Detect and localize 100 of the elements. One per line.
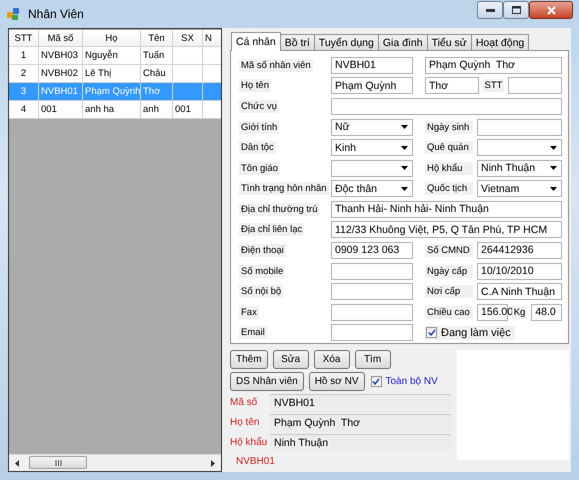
text-field[interactable]: Phạm Quỳnh	[331, 77, 413, 94]
dropdown[interactable]: Nữ	[331, 118, 413, 136]
summary-label: Hộ khẩu	[230, 437, 268, 448]
checkbox[interactable]	[426, 327, 437, 338]
field-label: Quốc tịch	[425, 182, 473, 196]
action-button[interactable]: Hồ sơ NV	[308, 372, 364, 391]
dropdown[interactable]: Vietnam	[477, 180, 562, 198]
dropdown[interactable]: Ninh Thuận	[477, 160, 562, 177]
field-label: Tôn giáo	[239, 162, 280, 175]
text-field[interactable]: Thanh Hải- Ninh hải- Ninh Thuận	[331, 200, 562, 218]
action-button[interactable]: Xóa	[314, 350, 350, 369]
text-field[interactable]: 112/33 Khuông Việt, P5, Q Tân Phú, TP HCM	[331, 221, 562, 238]
text-field[interactable]: NVBH01	[331, 56, 413, 74]
field-label: Chiều cao	[425, 306, 473, 319]
dropdown-arrow-icon	[401, 186, 408, 191]
tab[interactable]: Gia đình	[378, 34, 428, 50]
dropdown[interactable]: Kinh	[331, 139, 413, 156]
app-icon	[6, 6, 22, 22]
checkbox-label: Toàn bộ NV	[386, 376, 438, 387]
field-label: Giới tính	[239, 120, 280, 134]
action-button[interactable]: Tìm	[354, 350, 391, 369]
action-button[interactable]: Thêm	[230, 350, 268, 369]
dropdown-arrow-icon	[401, 166, 408, 170]
dropdown[interactable]	[477, 139, 562, 156]
horizontal-scrollbar[interactable]	[9, 454, 221, 471]
table-cell: Lê Thị	[83, 65, 141, 82]
column-header[interactable]: SX	[173, 30, 203, 46]
employee-code: NVBH01	[235, 456, 275, 467]
table-cell: 1	[9, 47, 39, 64]
field-label: Địa chỉ liên lạc	[239, 223, 304, 236]
text-field[interactable]	[331, 304, 413, 321]
field-label: Chức vụ	[239, 100, 279, 113]
scroll-left-icon[interactable]	[15, 460, 19, 466]
field-label: Số CMND	[425, 244, 473, 257]
field-label: Số nội bộ	[239, 285, 284, 298]
minimize-icon	[486, 8, 494, 12]
tab[interactable]: Bồ trí	[280, 34, 315, 50]
table-cell: NVBH03	[39, 47, 83, 64]
text-field[interactable]	[331, 262, 413, 280]
text-field[interactable]: 10/10/2010	[477, 262, 562, 280]
close-icon	[546, 6, 556, 14]
field-label: Hộ khẩu	[425, 162, 473, 175]
minimize-button[interactable]	[477, 1, 503, 19]
table-cell: Châu	[141, 65, 173, 82]
scroll-right-icon[interactable]	[211, 460, 215, 466]
check-icon	[372, 378, 380, 385]
text-field[interactable]: Thơ	[425, 77, 479, 94]
text-field[interactable]	[331, 98, 562, 115]
tab[interactable]: Cá nhân	[231, 32, 281, 51]
text-field[interactable]: C.A Ninh Thuận	[477, 283, 562, 300]
tab[interactable]: Tiểu sử	[426, 34, 472, 50]
table-cell: Nguyễn	[83, 47, 141, 64]
field-label: STT	[482, 79, 504, 92]
field-label: Tình trạng hôn nhân	[239, 182, 329, 196]
grid-row[interactable]: 4 001 anh ha anh 001	[9, 101, 221, 119]
field-label: Dân tộc	[239, 141, 276, 154]
text-field[interactable]: 264412936	[477, 242, 562, 259]
text-field[interactable]: Phạm Quỳnh Thơ	[425, 56, 562, 74]
action-button[interactable]: Sửa	[272, 350, 309, 369]
check-icon	[428, 329, 436, 336]
field-label: Ngày cấp	[425, 264, 473, 278]
tab[interactable]: Hoạt động	[470, 34, 530, 50]
field-label: Quê quán	[425, 141, 473, 154]
table-cell: 001	[39, 101, 83, 118]
column-header[interactable]: STT	[9, 30, 39, 46]
scroll-thumb[interactable]	[29, 456, 87, 469]
close-button[interactable]	[529, 1, 573, 19]
text-field[interactable]	[508, 77, 562, 94]
text-field[interactable]: 0909 123 063	[331, 242, 413, 259]
text-field[interactable]: 48.0	[531, 304, 562, 321]
table-cell: 2	[9, 65, 39, 82]
dropdown[interactable]	[331, 160, 413, 177]
grid-row[interactable]: 1 NVBH03 Nguyễn Tuấn	[9, 47, 221, 65]
table-cell: Tuấn	[141, 47, 173, 64]
table-cell: 3	[9, 83, 39, 100]
checkbox[interactable]	[370, 376, 382, 387]
grid-row[interactable]: 2 NVBH02 Lê Thị Châu	[9, 65, 221, 83]
maximize-button[interactable]	[503, 1, 529, 19]
dropdown-arrow-icon	[550, 166, 557, 170]
text-field[interactable]	[331, 324, 413, 342]
action-button[interactable]: DS Nhân viên	[230, 372, 304, 391]
summary-label: Họ tên	[230, 417, 260, 428]
text-field[interactable]	[331, 283, 413, 300]
field-label: Kg	[512, 306, 528, 319]
column-header[interactable]: Họ	[83, 30, 141, 46]
column-header[interactable]: Tên	[141, 30, 173, 46]
summary-label: Mã số	[230, 397, 258, 408]
column-header[interactable]: Mã số	[39, 30, 83, 46]
field-label: Số mobile	[239, 264, 286, 278]
field-label: Điện thoại	[239, 244, 286, 257]
dropdown-arrow-icon	[401, 146, 408, 150]
text-field[interactable]	[477, 118, 562, 136]
tab[interactable]: Tuyển dụng	[314, 34, 379, 50]
dropdown-arrow-icon	[401, 125, 408, 130]
grip-icon	[54, 460, 62, 466]
summary-value: Ninh Thuận	[270, 434, 451, 452]
table-cell: Phạm Quỳnh	[83, 83, 141, 100]
dropdown[interactable]: Độc thân	[331, 180, 413, 198]
table-cell: NVBH02	[39, 65, 83, 82]
summary-value: Phạm Quỳnh Thơ	[270, 414, 451, 432]
